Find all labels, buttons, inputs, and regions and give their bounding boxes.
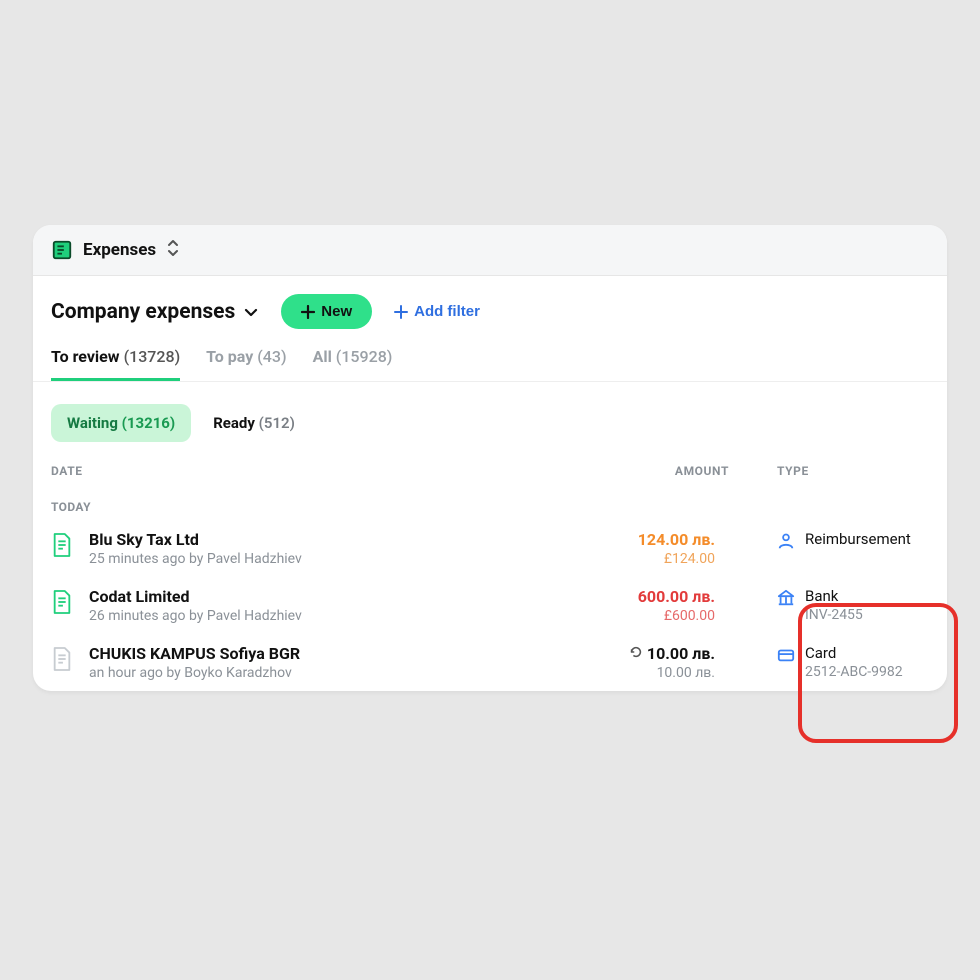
type-label: Bank [805, 587, 863, 605]
add-filter-label: Add filter [414, 303, 480, 320]
expense-row[interactable]: Codat Limited 26 minutes ago by Pavel Ha… [33, 577, 947, 634]
sort-updown-icon[interactable] [166, 239, 180, 261]
plus-icon [301, 305, 315, 319]
row-subtitle: 26 minutes ago by Pavel Hadzhiev [89, 608, 501, 624]
document-icon [51, 532, 75, 560]
new-button[interactable]: New [281, 294, 372, 329]
expenses-app-icon [51, 239, 73, 261]
add-filter-button[interactable]: Add filter [394, 303, 480, 320]
filter-waiting[interactable]: Waiting (13216) [51, 404, 191, 442]
filter-ready[interactable]: Ready (512) [209, 404, 299, 442]
plus-icon [394, 305, 408, 319]
col-amount: AMOUNT [529, 464, 729, 478]
row-amount: 124.00 лв. £124.00 [515, 530, 715, 567]
filter-count: (13216) [122, 414, 176, 432]
column-headers: DATE AMOUNT TYPE [33, 442, 947, 486]
tab-count: (43) [257, 347, 286, 366]
row-main: Codat Limited 26 minutes ago by Pavel Ha… [89, 587, 501, 624]
toolbar: Company expenses New Add filter [33, 276, 947, 329]
type-label: Reimbursement [805, 530, 911, 548]
filter-label: Ready [213, 414, 255, 432]
bank-icon [777, 589, 795, 607]
tab-label: To review [51, 347, 120, 366]
amount-value: 600.00 лв. [638, 587, 715, 606]
row-title: Codat Limited [89, 587, 501, 606]
amount-sub: £124.00 [515, 551, 715, 567]
row-main: Blu Sky Tax Ltd 25 minutes ago by Pavel … [89, 530, 501, 567]
row-type: Bank INV-2455 [729, 587, 929, 623]
new-button-label: New [321, 303, 352, 320]
tab-label: To pay [206, 347, 253, 366]
recurring-icon [629, 644, 643, 663]
row-title: CHUKIS KAMPUS Sofiya BGR [89, 644, 501, 663]
row-amount: 600.00 лв. £600.00 [515, 587, 715, 624]
row-title: Blu Sky Tax Ltd [89, 530, 501, 549]
page-title: Company expenses [51, 300, 235, 324]
type-sub: 2512-ABC-9982 [805, 664, 903, 680]
document-icon [51, 646, 75, 674]
card-header: Expenses [33, 225, 947, 276]
tab-count: (15928) [336, 347, 393, 366]
amount-sub: 10.00 лв. [515, 665, 715, 681]
amount-value: 124.00 лв. [638, 530, 715, 549]
tab-label: All [313, 347, 332, 366]
type-sub: INV-2455 [805, 607, 863, 623]
row-subtitle: 25 minutes ago by Pavel Hadzhiev [89, 551, 501, 567]
filter-count: (512) [259, 414, 295, 432]
tab-all[interactable]: All (15928) [313, 347, 393, 381]
expenses-card: Expenses Company expenses New [33, 225, 947, 691]
row-subtitle: an hour ago by Boyko Karadzhov [89, 665, 501, 681]
document-icon [51, 589, 75, 617]
section-today: TODAY [33, 486, 947, 520]
subfilters: Waiting (13216) Ready (512) [33, 382, 947, 442]
tab-count: (13728) [124, 347, 181, 366]
tab-to-pay[interactable]: To pay (43) [206, 347, 286, 381]
tab-to-review[interactable]: To review (13728) [51, 347, 180, 381]
filter-label: Waiting [67, 414, 118, 432]
amount-value: 10.00 лв. [647, 644, 715, 663]
col-type: TYPE [729, 464, 929, 478]
person-icon [777, 532, 795, 550]
col-date: DATE [51, 464, 529, 478]
card-title: Expenses [83, 240, 156, 260]
page-title-dropdown[interactable]: Company expenses [51, 300, 259, 324]
card-icon [777, 646, 795, 664]
expense-row[interactable]: Blu Sky Tax Ltd 25 minutes ago by Pavel … [33, 520, 947, 577]
row-amount: 10.00 лв. 10.00 лв. [515, 644, 715, 681]
amount-sub: £600.00 [515, 608, 715, 624]
tabs: To review (13728) To pay (43) All (15928… [33, 329, 947, 382]
expense-row[interactable]: CHUKIS KAMPUS Sofiya BGR an hour ago by … [33, 634, 947, 691]
type-label: Card [805, 644, 903, 662]
row-main: CHUKIS KAMPUS Sofiya BGR an hour ago by … [89, 644, 501, 681]
chevron-down-icon [243, 304, 259, 320]
row-type: Card 2512-ABC-9982 [729, 644, 929, 680]
rows: Blu Sky Tax Ltd 25 minutes ago by Pavel … [33, 520, 947, 691]
row-type: Reimbursement [729, 530, 929, 550]
